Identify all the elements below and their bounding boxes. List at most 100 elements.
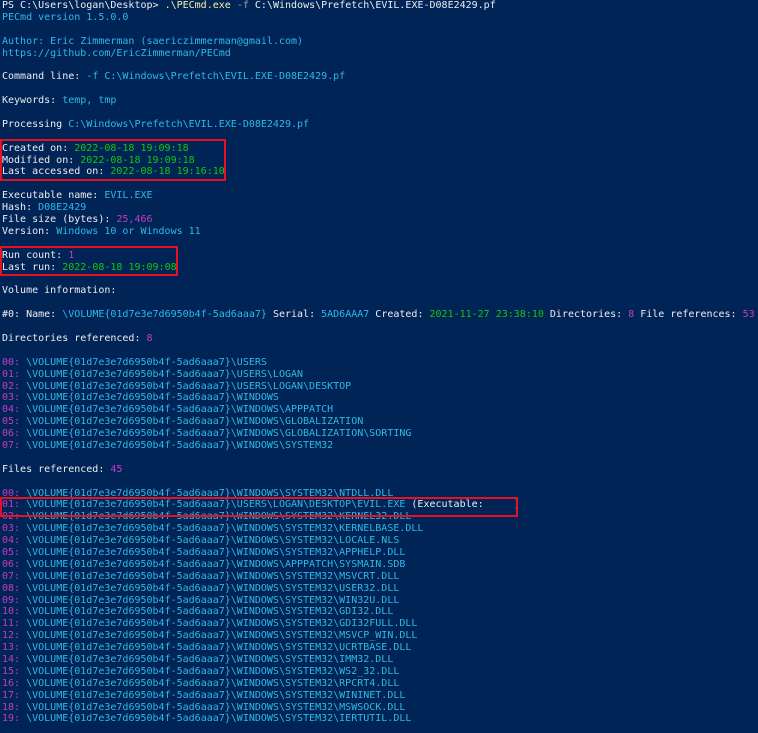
file-index: 09: — [2, 594, 27, 606]
file-path: \VOLUME{01d7e3e7d6950b4f-5ad6aaa7}\WINDO… — [26, 642, 412, 654]
directory-row: 04: \VOLUME{01d7e3e7d6950b4f-5ad6aaa7}\W… — [2, 404, 758, 416]
file-index: 17: — [2, 689, 27, 701]
file-path: \VOLUME{01d7e3e7d6950b4f-5ad6aaa7}\WINDO… — [26, 713, 412, 725]
volume-name: \VOLUME{01d7e3e7d6950b4f-5ad6aaa7} — [62, 309, 267, 321]
files-list: 00: \VOLUME{01d7e3e7d6950b4f-5ad6aaa7}\W… — [2, 488, 758, 726]
volume-created: 2021-11-27 23:38:10 — [429, 309, 544, 321]
directory-row: 05: \VOLUME{01d7e3e7d6950b4f-5ad6aaa7}\W… — [2, 416, 758, 428]
file-row: 11: \VOLUME{01d7e3e7d6950b4f-5ad6aaa7}\W… — [2, 618, 758, 630]
processing-value: C:\Windows\Prefetch\EVIL.EXE-D08E2429.pf — [68, 118, 310, 130]
file-index: 10: — [2, 606, 27, 618]
file-path: \VOLUME{01d7e3e7d6950b4f-5ad6aaa7}\WINDO… — [26, 653, 394, 665]
file-row: 18: \VOLUME{01d7e3e7d6950b4f-5ad6aaa7}\W… — [2, 702, 758, 714]
keywords-value: temp, tmp — [62, 95, 117, 107]
file-row: 16: \VOLUME{01d7e3e7d6950b4f-5ad6aaa7}\W… — [2, 678, 758, 690]
author-line: Author: Eric Zimmerman (saericzimmerman@… — [2, 35, 304, 47]
run-count-value: 1 — [68, 249, 75, 261]
files-header: Files referenced: 45 — [2, 463, 123, 475]
directory-index: 06: — [2, 428, 27, 440]
directory-index: 03: — [2, 392, 27, 404]
version-line: PECmd version 1.5.0.0 — [2, 11, 129, 23]
file-index: 05: — [2, 546, 27, 558]
file-path: \VOLUME{01d7e3e7d6950b4f-5ad6aaa7}\WINDO… — [26, 487, 394, 499]
file-index: 03: — [2, 523, 27, 535]
file-path: \VOLUME{01d7e3e7d6950b4f-5ad6aaa7}\WINDO… — [26, 677, 400, 689]
created-on-line: Created on: 2022-08-18 19:09:18 — [2, 142, 189, 154]
executable-name-line: Executable name: EVIL.EXE — [2, 190, 153, 202]
file-index: 07: — [2, 570, 27, 582]
file-row: 15: \VOLUME{01d7e3e7d6950b4f-5ad6aaa7}\W… — [2, 666, 758, 678]
file-row: 17: \VOLUME{01d7e3e7d6950b4f-5ad6aaa7}\W… — [2, 690, 758, 702]
executable-flag-label: (Executable: — [405, 499, 490, 511]
directory-row: 06: \VOLUME{01d7e3e7d6950b4f-5ad6aaa7}\W… — [2, 428, 758, 440]
last-run-value: 2022-08-18 19:09:08 — [62, 261, 177, 273]
file-row: 06: \VOLUME{01d7e3e7d6950b4f-5ad6aaa7}\W… — [2, 559, 758, 571]
directory-path: \VOLUME{01d7e3e7d6950b4f-5ad6aaa7}\USERS — [26, 356, 267, 368]
directory-index: 05: — [2, 416, 27, 428]
file-row: 00: \VOLUME{01d7e3e7d6950b4f-5ad6aaa7}\W… — [2, 488, 758, 500]
file-path: \VOLUME{01d7e3e7d6950b4f-5ad6aaa7}\WINDO… — [26, 618, 418, 630]
file-index: 18: — [2, 701, 27, 713]
file-index: 14: — [2, 653, 27, 665]
directory-path: \VOLUME{01d7e3e7d6950b4f-5ad6aaa7}\WINDO… — [26, 428, 412, 440]
file-row: 12: \VOLUME{01d7e3e7d6950b4f-5ad6aaa7}\W… — [2, 630, 758, 642]
url-line: https://github.com/EricZimmerman/PECmd — [2, 47, 231, 59]
file-path: \VOLUME{01d7e3e7d6950b4f-5ad6aaa7}\WINDO… — [26, 582, 400, 594]
file-path: \VOLUME{01d7e3e7d6950b4f-5ad6aaa7}\WINDO… — [26, 558, 406, 570]
file-path: \VOLUME{01d7e3e7d6950b4f-5ad6aaa7}\USERS… — [26, 499, 406, 511]
last-accessed-line: Last accessed on: 2022-08-18 19:16:10 — [2, 166, 225, 178]
file-row: 19: \VOLUME{01d7e3e7d6950b4f-5ad6aaa7}\W… — [2, 713, 758, 725]
file-row: 03: \VOLUME{01d7e3e7d6950b4f-5ad6aaa7}\W… — [2, 523, 758, 535]
last-run-line: Last run: 2022-08-18 19:09:08 — [2, 261, 177, 273]
file-index: 06: — [2, 558, 27, 570]
version-info-value: Windows 10 or Windows 11 — [56, 225, 201, 237]
directories-header: Directories referenced: 8 — [2, 332, 153, 344]
executable-flag-value: True — [489, 499, 514, 511]
file-index: 13: — [2, 642, 27, 654]
directory-path: \VOLUME{01d7e3e7d6950b4f-5ad6aaa7}\WINDO… — [26, 416, 364, 428]
directory-path: \VOLUME{01d7e3e7d6950b4f-5ad6aaa7}\WINDO… — [26, 392, 279, 404]
file-row: 04: \VOLUME{01d7e3e7d6950b4f-5ad6aaa7}\W… — [2, 535, 758, 547]
directory-index: 07: — [2, 439, 27, 451]
prompt-flag: -f — [236, 0, 249, 11]
file-row: 08: \VOLUME{01d7e3e7d6950b4f-5ad6aaa7}\W… — [2, 583, 758, 595]
modified-on-line: Modified on: 2022-08-18 19:09:18 — [2, 154, 195, 166]
directories-list: 00: \VOLUME{01d7e3e7d6950b4f-5ad6aaa7}\U… — [2, 357, 758, 452]
command-line: Command line: -f C:\Windows\Prefetch\EVI… — [2, 71, 346, 83]
executable-name-value: EVIL.EXE — [104, 190, 153, 202]
volume-files: 53 — [742, 309, 755, 321]
keywords-line: Keywords: temp, tmp — [2, 95, 117, 107]
directory-index: 04: — [2, 404, 27, 416]
file-index: 08: — [2, 582, 27, 594]
directory-index: 02: — [2, 380, 27, 392]
created-on-value: 2022-08-18 19:09:18 — [74, 142, 189, 154]
directory-row: 02: \VOLUME{01d7e3e7d6950b4f-5ad6aaa7}\U… — [2, 381, 758, 393]
file-size-line: File size (bytes): 25,466 — [2, 214, 153, 226]
volume-line: #0: Name: \VOLUME{01d7e3e7d6950b4f-5ad6a… — [2, 309, 755, 321]
terminal-output[interactable]: PS C:\Users\logan\Desktop> .\PECmd.exe -… — [2, 0, 758, 725]
directory-row: 07: \VOLUME{01d7e3e7d6950b4f-5ad6aaa7}\W… — [2, 440, 758, 452]
file-index: 01: — [2, 499, 27, 511]
file-path: \VOLUME{01d7e3e7d6950b4f-5ad6aaa7}\WINDO… — [26, 594, 400, 606]
file-path: \VOLUME{01d7e3e7d6950b4f-5ad6aaa7}\WINDO… — [26, 511, 412, 523]
prompt-arg: C:\Windows\Prefetch\EVIL.EXE-D08E2429.pf — [254, 0, 496, 11]
version-info-line: Version: Windows 10 or Windows 11 — [2, 225, 201, 237]
executable-flag-close: ) — [513, 499, 520, 511]
prompt-command: .\PECmd.exe — [164, 0, 231, 11]
hash-line: Hash: D08E2429 — [2, 202, 87, 214]
directory-path: \VOLUME{01d7e3e7d6950b4f-5ad6aaa7}\USERS… — [26, 368, 304, 380]
file-path: \VOLUME{01d7e3e7d6950b4f-5ad6aaa7}\WINDO… — [26, 570, 400, 582]
file-row: 01: \VOLUME{01d7e3e7d6950b4f-5ad6aaa7}\U… — [2, 499, 758, 511]
file-path: \VOLUME{01d7e3e7d6950b4f-5ad6aaa7}\WINDO… — [26, 606, 394, 618]
file-row: 07: \VOLUME{01d7e3e7d6950b4f-5ad6aaa7}\W… — [2, 571, 758, 583]
directory-path: \VOLUME{01d7e3e7d6950b4f-5ad6aaa7}\WINDO… — [26, 439, 334, 451]
last-accessed-value: 2022-08-18 19:16:10 — [110, 166, 225, 178]
file-index: 00: — [2, 487, 27, 499]
prompt-line: PS C:\Users\logan\Desktop> .\PECmd.exe -… — [2, 0, 758, 12]
file-index: 11: — [2, 618, 27, 630]
file-index: 19: — [2, 713, 27, 725]
file-path: \VOLUME{01d7e3e7d6950b4f-5ad6aaa7}\WINDO… — [26, 689, 406, 701]
file-path: \VOLUME{01d7e3e7d6950b4f-5ad6aaa7}\WINDO… — [26, 535, 400, 547]
file-row: 10: \VOLUME{01d7e3e7d6950b4f-5ad6aaa7}\W… — [2, 606, 758, 618]
directories-count: 8 — [146, 332, 153, 344]
